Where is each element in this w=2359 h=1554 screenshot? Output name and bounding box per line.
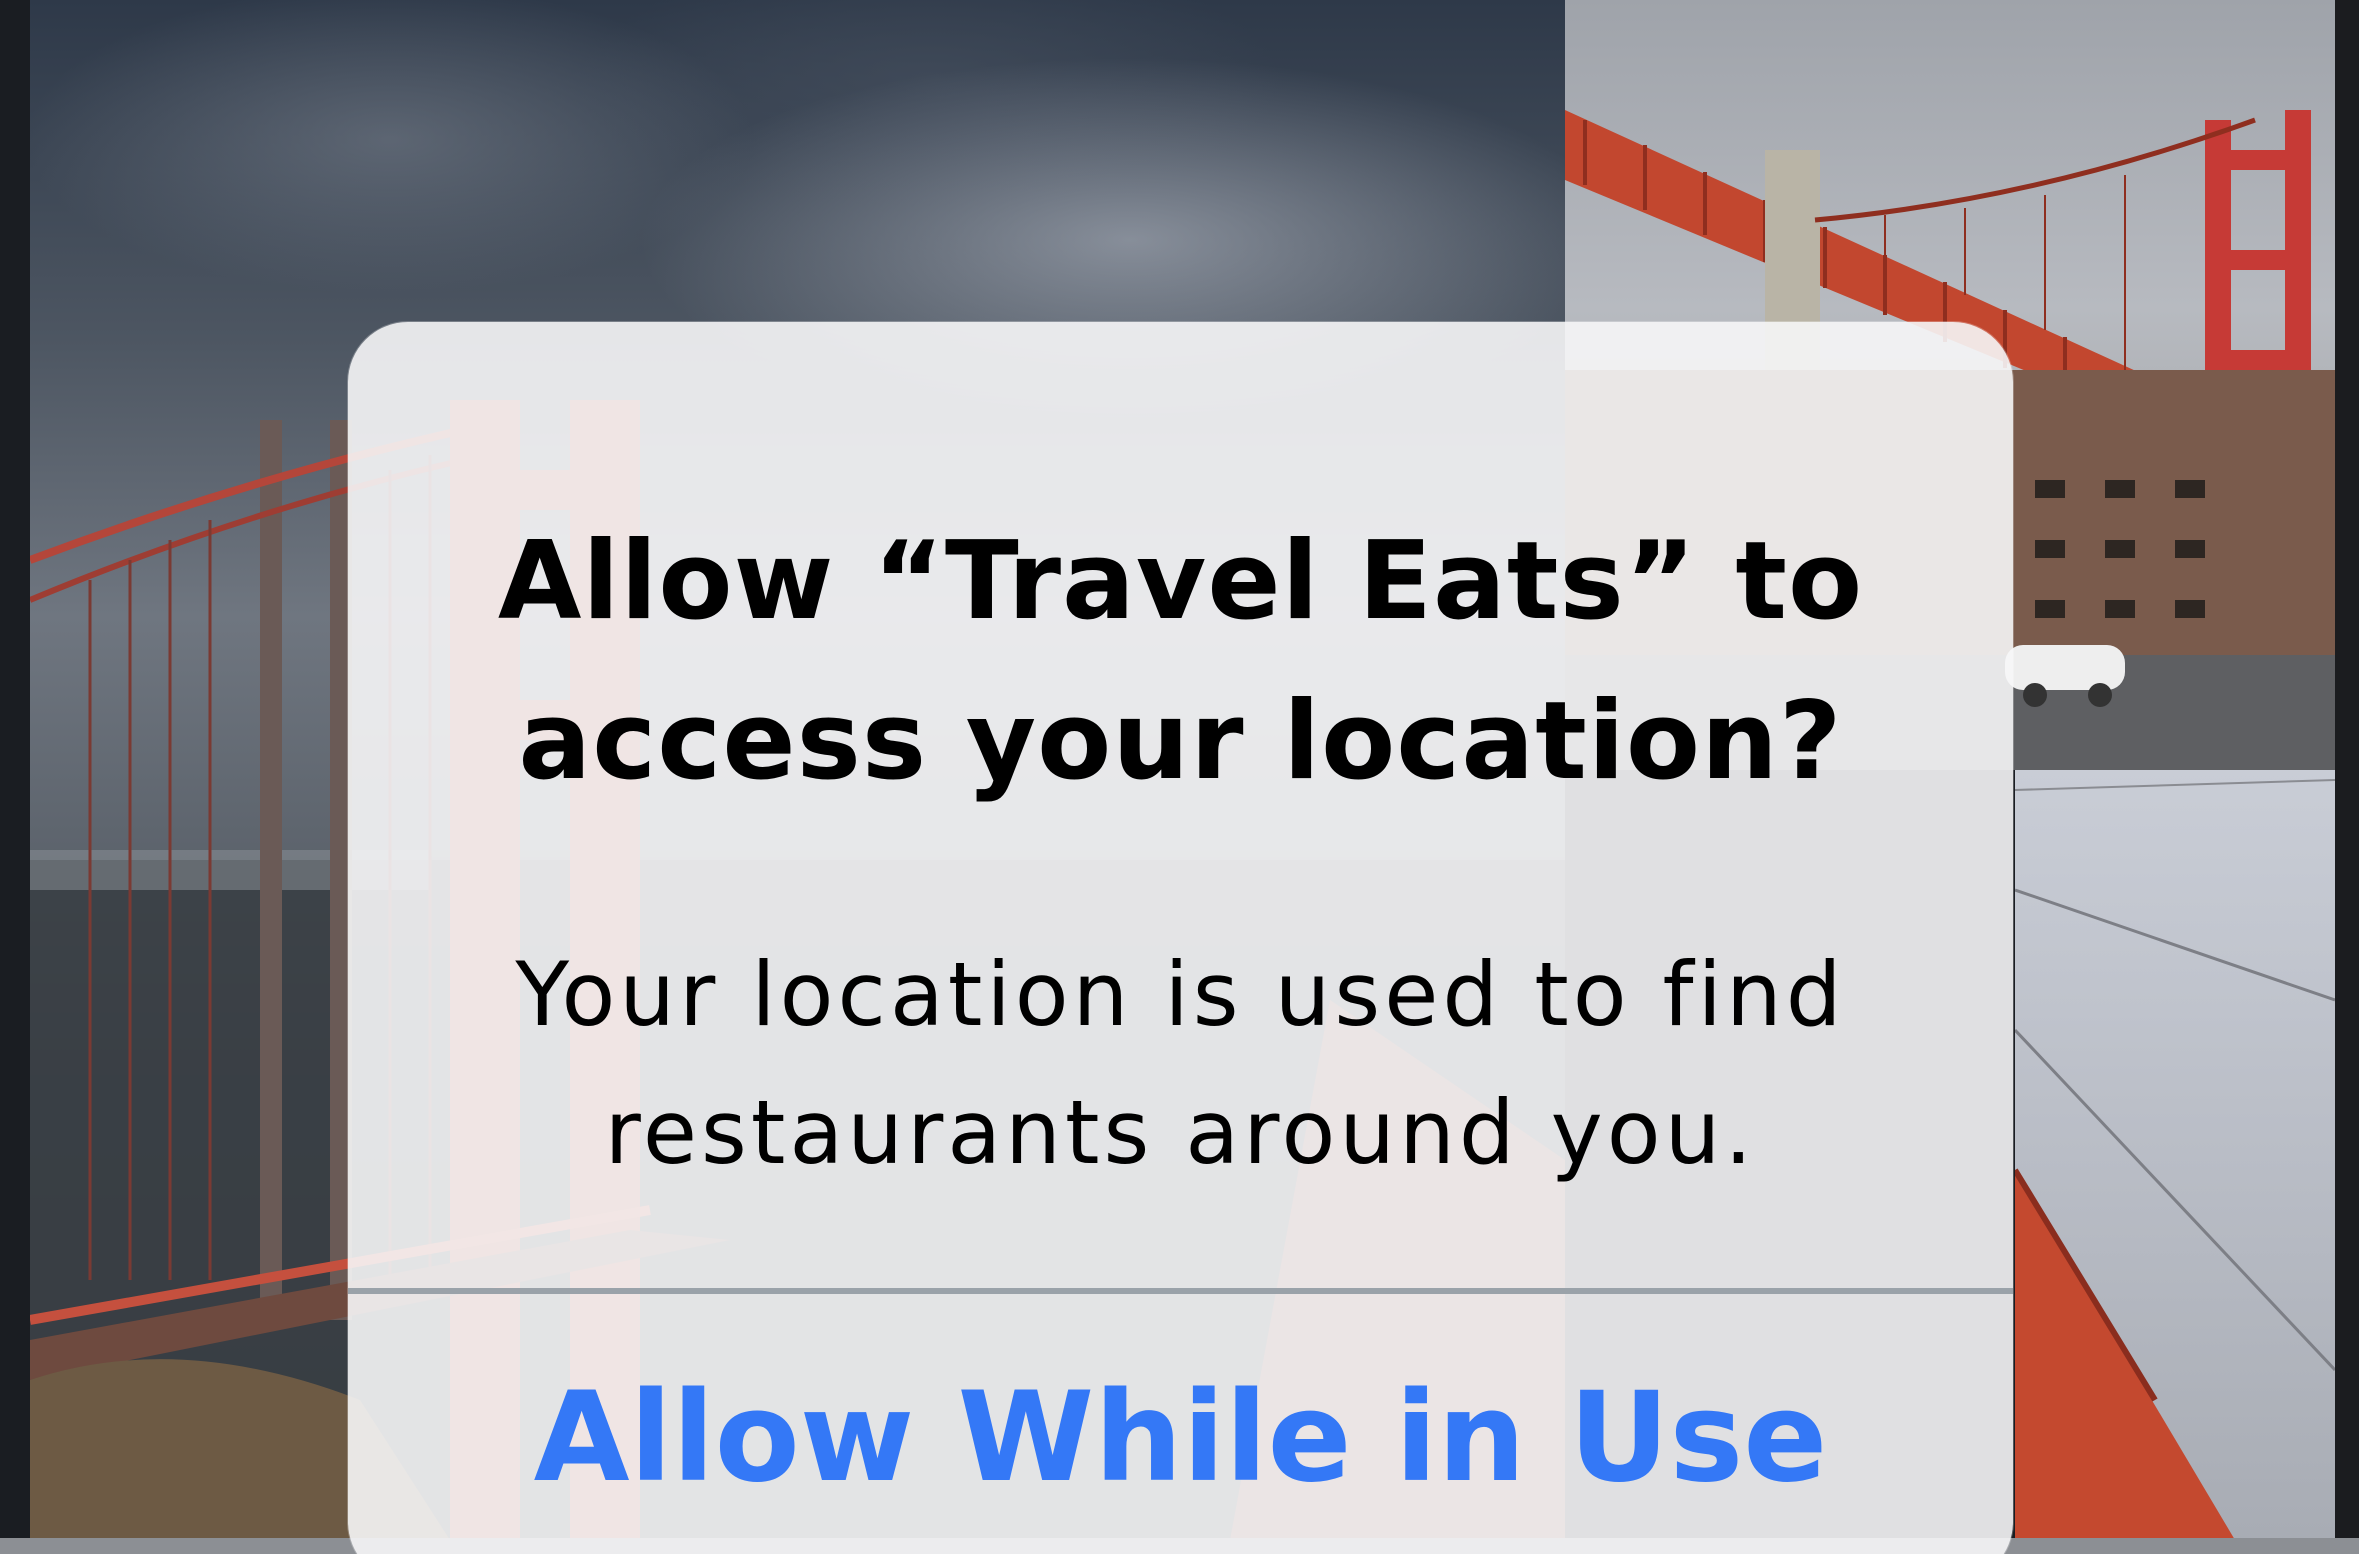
bridge-railing-illustration [2015,779,2335,1540]
screen: Allow “Travel Eats” to access your locat… [0,0,2359,1554]
alert-message: Your location is used to find restaurant… [515,943,1846,1184]
location-permission-alert: Allow “Travel Eats” to access your locat… [348,322,2013,1554]
screen-edge [2335,0,2359,1554]
background-photo-bridge-railing [2015,770,2335,1540]
allow-while-in-use-button[interactable]: Allow While in Use [348,1294,2013,1554]
